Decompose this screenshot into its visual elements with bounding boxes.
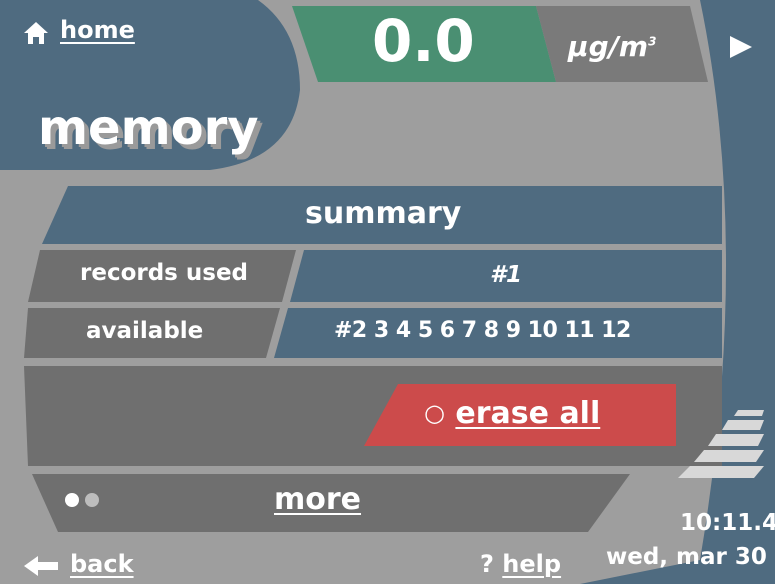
help-icon: ? (480, 550, 494, 578)
available-value: #2 3 4 5 6 7 8 9 10 11 12 (334, 318, 631, 343)
screen-shapes (0, 0, 764, 584)
help-label: help (502, 550, 562, 578)
clock-date: wed, mar 30 (606, 544, 767, 570)
play-right-icon[interactable] (730, 36, 752, 58)
available-label: available (86, 318, 204, 344)
home-icon (24, 22, 48, 44)
erase-all-label: erase all (455, 396, 601, 431)
more-link[interactable]: more (274, 482, 361, 517)
help-link[interactable]: ? help (480, 550, 561, 578)
unit-superscript: 3 (648, 34, 657, 49)
erase-radio-icon: ○ (424, 399, 445, 427)
erase-all-button[interactable]: ○ erase all (424, 396, 600, 431)
page-title: memory (38, 100, 259, 156)
page-dot-2 (85, 493, 99, 507)
summary-header: summary (305, 196, 462, 231)
back-link[interactable]: back (70, 550, 134, 578)
records-used-label: records used (80, 260, 249, 286)
unit-label: µg/m3 (568, 30, 656, 63)
records-used-value: #1 (490, 262, 523, 288)
page-dot-1 (65, 493, 79, 507)
unit-main: µg/m (568, 30, 649, 63)
home-link[interactable]: home (60, 16, 135, 44)
clock-time: 10:11.47 (680, 510, 775, 536)
reading-value: 0.0 (372, 7, 475, 75)
